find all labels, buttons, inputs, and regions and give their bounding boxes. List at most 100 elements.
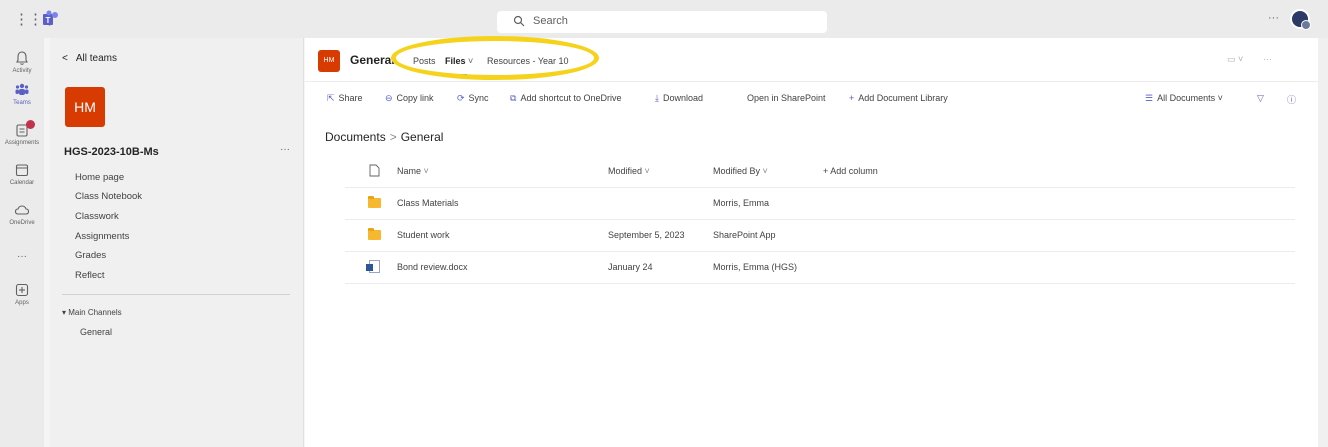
channel-more-icon[interactable]: ···: [1263, 54, 1272, 64]
filter-icon: ▽: [1257, 93, 1264, 103]
word-document-icon: [366, 260, 380, 273]
row-name[interactable]: Bond review.docx: [397, 262, 468, 272]
chevron-down-icon: ˅: [465, 56, 474, 66]
row-modified-by: Morris, Emma: [713, 198, 769, 208]
column-header-name[interactable]: Name ˅: [397, 166, 429, 176]
add-shortcut-button[interactable]: ⧉ Add shortcut to OneDrive: [510, 93, 622, 104]
tab-files[interactable]: Files ˅: [445, 56, 473, 66]
channels-header[interactable]: ▾ Main Channels: [62, 308, 122, 317]
notification-badge: [26, 120, 35, 129]
download-button[interactable]: ⤓ Download: [655, 93, 703, 104]
more-icon: ···: [17, 251, 27, 262]
teams-logo-icon: T: [43, 10, 58, 25]
rail-item-onedrive[interactable]: OneDrive: [0, 202, 44, 226]
cloud-icon: [14, 205, 30, 215]
plus-icon: +: [849, 93, 855, 103]
nav-item-assignments[interactable]: Assignments: [75, 231, 129, 242]
plus-box-icon: [15, 283, 29, 297]
chevron-down-icon: ˅: [1215, 93, 1223, 103]
team-panel: < All teams HM HGS-2023-10B-Ms ··· Home p…: [50, 38, 304, 447]
app-rail: Activity Teams Assignments Calendar OneD…: [0, 38, 44, 447]
tab-posts[interactable]: Posts: [413, 56, 436, 66]
tab-files-label: Files: [445, 56, 466, 66]
row-name[interactable]: Student work: [397, 230, 450, 240]
command-bar: ⇱ Share ⊖ Copy link ⟳ Sync ⧉ Add shortcut to…: [305, 82, 1318, 116]
rail-item-activity[interactable]: Activity: [0, 50, 44, 74]
row-name[interactable]: Class Materials: [397, 198, 459, 208]
row-modified: September 5, 2023: [608, 230, 685, 240]
rail-item-teams[interactable]: Teams: [0, 82, 44, 106]
rail-label: Calendar: [9, 180, 35, 186]
rail-item-apps[interactable]: Apps: [0, 282, 44, 306]
rail-label: Activity: [12, 68, 32, 74]
calendar-icon: [15, 164, 29, 177]
copy-link-button[interactable]: ⊖ Copy link: [385, 93, 434, 104]
teams-icon: [15, 83, 29, 95]
table-row[interactable]: Class Materials Morris, Emma: [345, 188, 1295, 220]
files-view: HM General Posts Files ˅ Resources - Yea…: [305, 36, 1318, 447]
add-column-button[interactable]: + Add column: [823, 166, 878, 176]
row-modified: January 24: [608, 262, 653, 272]
view-selector-label: All Documents: [1157, 93, 1216, 103]
rail-label: Teams: [13, 100, 31, 106]
column-header-modified-label: Modified: [608, 166, 643, 176]
rail-item-calendar[interactable]: Calendar: [0, 162, 44, 186]
open-in-sharepoint-button[interactable]: Open in SharePoint: [747, 93, 826, 103]
sync-label: Sync: [468, 93, 489, 103]
search-icon: [513, 15, 525, 27]
shortcut-icon: ⧉: [510, 93, 517, 103]
table-row[interactable]: Bond review.docx January 24 Morris, Emma…: [345, 252, 1295, 284]
add-shortcut-label: Add shortcut to OneDrive: [520, 93, 622, 103]
share-button[interactable]: ⇱ Share: [327, 93, 363, 104]
table-row[interactable]: Student work September 5, 2023 SharePoin…: [345, 220, 1295, 252]
add-document-library-button[interactable]: + Add Document Library: [849, 93, 948, 103]
nav-item-class-notebook[interactable]: Class Notebook: [75, 191, 142, 202]
chevron-left-icon: <: [62, 53, 68, 64]
nav-item-classwork[interactable]: Classwork: [75, 211, 119, 222]
search-box[interactable]: Search: [497, 11, 827, 33]
user-avatar[interactable]: [1290, 9, 1311, 30]
folder-icon: [368, 228, 381, 240]
divider: [62, 294, 290, 295]
column-header-modified[interactable]: Modified ˅: [608, 166, 650, 176]
list-view-icon: ☰: [1145, 93, 1154, 103]
add-document-library-label: Add Document Library: [858, 93, 948, 103]
share-label: Share: [338, 93, 363, 103]
nav-item-grades[interactable]: Grades: [75, 250, 106, 261]
nav-item-home-page[interactable]: Home page: [75, 172, 124, 183]
all-teams-link[interactable]: < All teams: [62, 53, 117, 64]
channel-header: HM General Posts Files ˅ Resources - Yea…: [305, 36, 1318, 82]
breadcrumb-separator-icon: >: [389, 130, 397, 144]
channel-avatar: HM: [318, 50, 340, 72]
svg-text:T: T: [46, 16, 51, 25]
rail-label: Apps: [15, 300, 29, 306]
copy-link-label: Copy link: [396, 93, 434, 103]
team-more-button[interactable]: ···: [280, 144, 290, 155]
info-button[interactable]: ⓘ: [1287, 93, 1300, 106]
bell-icon: [16, 51, 28, 65]
top-bar: ⋮⋮⋮ T Search ···: [0, 0, 1328, 38]
more-options-button[interactable]: ···: [1268, 12, 1279, 24]
sync-icon: ⟳: [457, 93, 465, 103]
team-name[interactable]: HGS-2023-10B-Ms: [64, 146, 159, 158]
channel-item-general[interactable]: General: [80, 327, 112, 337]
video-call-icon[interactable]: ▭ ˅: [1227, 54, 1243, 65]
sync-button[interactable]: ⟳ Sync: [457, 93, 489, 104]
channel-title: General: [350, 53, 395, 67]
team-avatar: HM: [65, 87, 105, 127]
nav-item-reflect[interactable]: Reflect: [75, 270, 105, 281]
scrollbar[interactable]: [1318, 38, 1328, 447]
rail-item-more[interactable]: ···: [0, 246, 44, 264]
column-header-modified-by[interactable]: Modified By ˅: [713, 166, 768, 176]
shared-folder-icon: [368, 196, 381, 208]
link-icon: ⊖: [385, 93, 393, 103]
rail-label: OneDrive: [9, 220, 35, 226]
table-header-row: Name ˅ Modified ˅ Modified By ˅ + Add co…: [345, 156, 1295, 188]
active-tab-indicator: [445, 74, 467, 76]
tab-resources-year-10[interactable]: Resources - Year 10: [487, 56, 569, 66]
rail-item-assignments[interactable]: Assignments: [0, 120, 44, 146]
breadcrumb-documents[interactable]: Documents: [325, 130, 386, 144]
row-modified-by: SharePoint App: [713, 230, 776, 240]
filter-button[interactable]: ▽: [1257, 93, 1268, 104]
view-selector[interactable]: ☰ All Documents ˅: [1145, 93, 1223, 104]
